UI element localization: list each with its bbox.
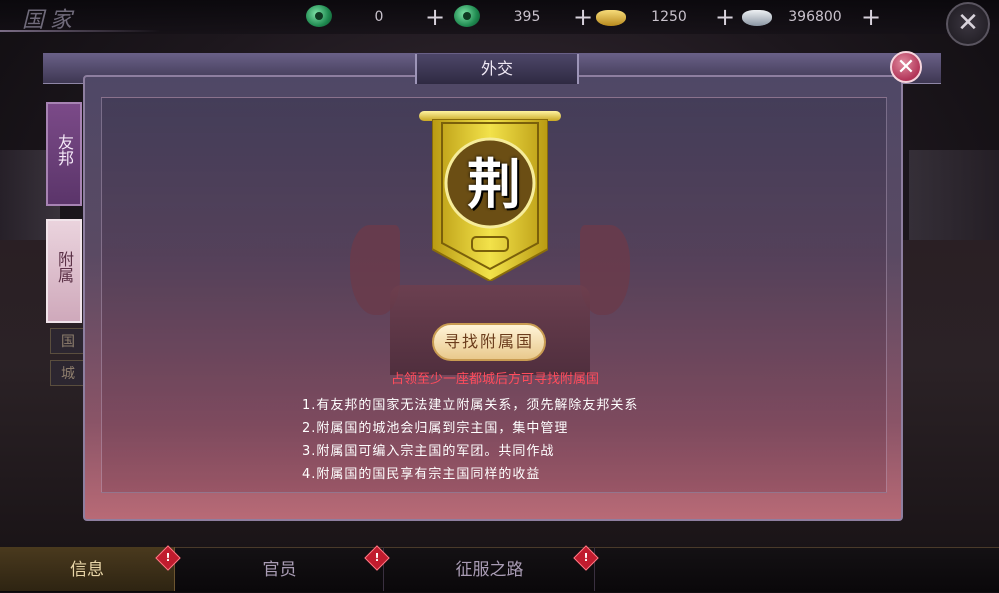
tab-ally[interactable]: 友邦	[46, 102, 82, 206]
resource-jade: 0 +	[306, 4, 446, 30]
rule-item: 4.附属国的国民享有宗主国同样的收益	[302, 467, 541, 482]
close-page-button[interactable]: ✕	[946, 2, 990, 46]
locked-jade-icon	[454, 5, 482, 29]
tab-vassal-label: 附属	[55, 251, 74, 283]
tab-officials[interactable]: 官员	[176, 547, 384, 591]
close-icon: ✕	[957, 8, 979, 38]
add-locked-jade-button[interactable]: +	[572, 5, 594, 29]
requirement-hint: 占领至少一座都城后方可寻找附属国	[390, 372, 599, 387]
add-gold-button[interactable]: +	[714, 5, 736, 29]
tab-info[interactable]: 信息	[0, 547, 175, 591]
tab-conquest-road[interactable]: 征服之路	[385, 547, 595, 591]
rule-item: 3.附属国可编入宗主国的军团。共同作战	[302, 444, 555, 459]
side-sub-tab-1[interactable]: 国	[50, 328, 84, 354]
resource-value: 396800	[788, 9, 842, 25]
gold-ingot-icon	[596, 5, 626, 29]
close-icon: ✕	[896, 55, 916, 80]
resource-silver: 396800 +	[742, 4, 882, 30]
title-underline	[0, 30, 160, 32]
resource-locked-jade: 395 +	[454, 4, 594, 30]
silver-ingot-icon	[742, 5, 772, 29]
tab-vassal[interactable]: 附属	[46, 219, 82, 323]
dialog-title: 外交	[415, 54, 579, 84]
resource-value: 395	[513, 9, 541, 25]
nation-emblem-character: 荆	[467, 152, 521, 216]
rule-item: 1.有友邦的国家无法建立附属关系，须先解除友邦关系	[302, 398, 639, 413]
tab-ally-label: 友邦	[55, 134, 74, 166]
add-jade-button[interactable]: +	[424, 5, 446, 29]
add-silver-button[interactable]: +	[860, 5, 882, 29]
top-bar: 国家 0 + 395 + 1250 + 396800 +	[0, 0, 999, 34]
rule-item: 2.附属国的城池会归属到宗主国，集中管理	[302, 421, 569, 436]
dialog-close-button[interactable]: ✕	[890, 51, 922, 83]
resource-value: 0	[374, 9, 384, 25]
resource-value: 1250	[651, 9, 687, 25]
rules-list: 1.有友邦的国家无法建立附属关系，须先解除友邦关系 2.附属国的城池会归属到宗主…	[302, 394, 638, 486]
resource-gold: 1250 +	[596, 4, 736, 30]
jade-icon	[306, 5, 334, 29]
side-sub-tab-2[interactable]: 城	[50, 360, 84, 386]
find-vassal-button[interactable]: 寻找附属国	[432, 323, 546, 361]
